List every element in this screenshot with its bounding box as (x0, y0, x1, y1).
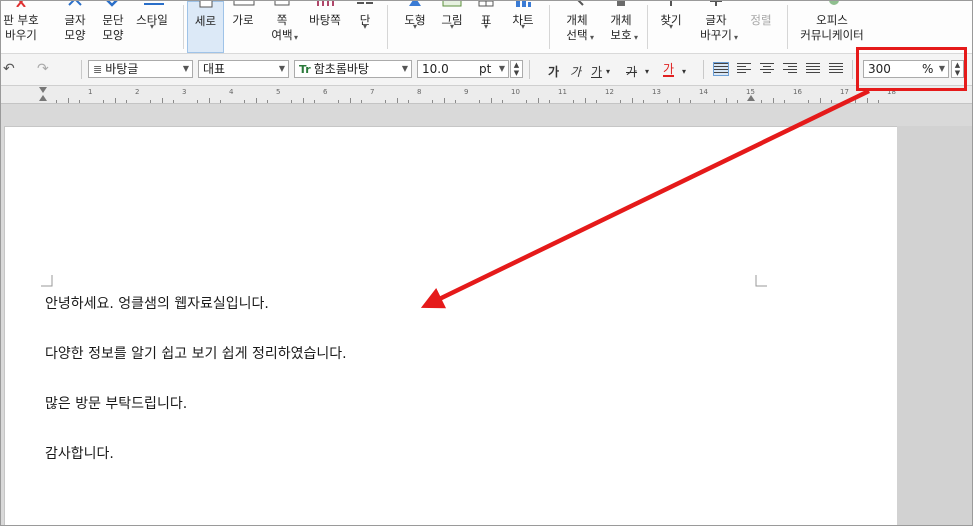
hwp-window: 판 부호 바우기 글자 모양 문단 모양 스타일 ▾ 세로 가로 쪽 여백 ▾ (0, 0, 973, 526)
annotation-arrow (420, 88, 870, 309)
